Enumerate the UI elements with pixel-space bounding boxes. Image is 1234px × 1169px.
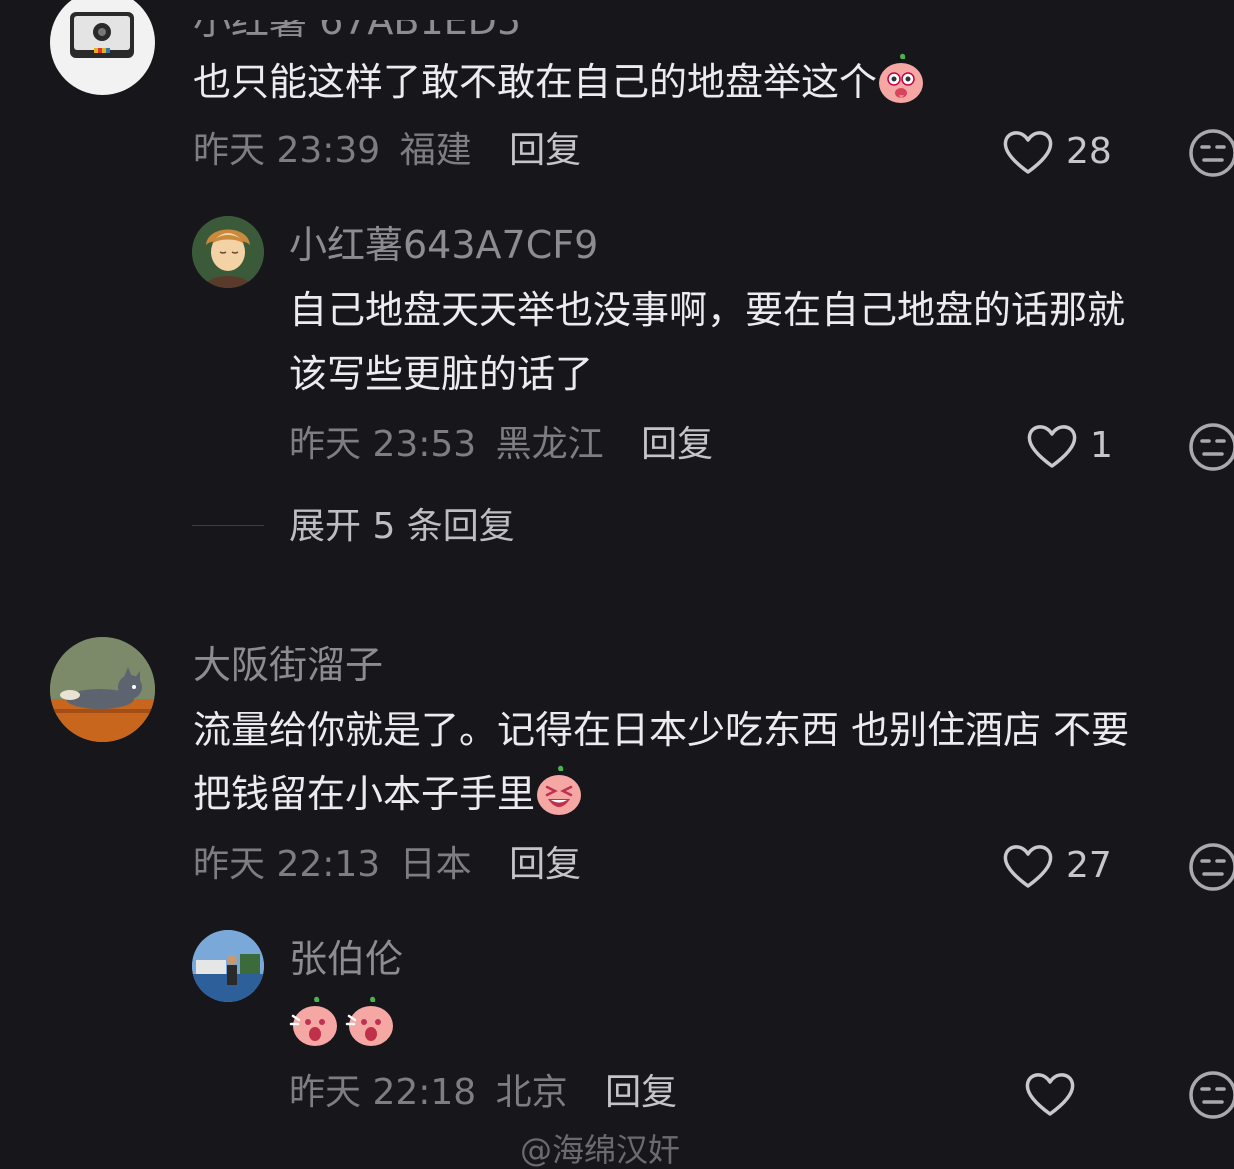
- comment-author[interactable]: 小红薯 67AB1ED5: [193, 20, 521, 40]
- like-button[interactable]: 28: [1002, 128, 1112, 176]
- comment-meta: 昨天 23:39 福建 回复: [193, 133, 581, 169]
- comment-location: 福建: [399, 130, 472, 171]
- heart-outline-icon: [1027, 425, 1077, 468]
- like-button[interactable]: 1: [1026, 422, 1113, 470]
- like-count: 28: [1066, 131, 1112, 172]
- comment-text-line: 流量给你就是了。记得在日本少吃东西 也别住酒店 不要: [193, 708, 1130, 752]
- peach-tongue-sticker: [879, 53, 924, 103]
- reply-author[interactable]: 张伯伦: [289, 940, 403, 978]
- comment-text: 也只能这样了敢不敢在自己的地盘举这个: [193, 50, 1193, 114]
- neutral-face-icon[interactable]: [1188, 1070, 1234, 1120]
- comment-time: 昨天 23:39: [193, 130, 381, 171]
- avatar[interactable]: [50, 0, 155, 95]
- neutral-face-icon[interactable]: [1188, 422, 1234, 472]
- like-count: 27: [1066, 845, 1112, 886]
- comment-author[interactable]: 大阪街溜子: [193, 646, 383, 684]
- reply-time: 昨天 23:53: [289, 424, 477, 465]
- reply-text-line: 自己地盘天天举也没事啊，要在自己地盘的话那就: [289, 288, 1126, 332]
- reply-author[interactable]: 小红薯643A7CF9: [289, 226, 598, 264]
- reply-stickers: [289, 994, 397, 1048]
- comment-location: 日本: [399, 844, 472, 885]
- comment-time: 昨天 22:13: [193, 844, 381, 885]
- heart-outline-icon: [1003, 845, 1053, 888]
- avatar[interactable]: [50, 637, 155, 742]
- like-button[interactable]: [1024, 1070, 1088, 1118]
- reply-button[interactable]: 回复: [509, 130, 581, 171]
- photo-avatar-icon: [192, 930, 264, 1002]
- reply-button[interactable]: 回复: [641, 424, 713, 465]
- cartoon-boy-avatar-icon: [192, 216, 264, 288]
- reply-location: 北京: [495, 1072, 568, 1113]
- reply-meta: 昨天 23:53 黑龙江 回复: [289, 427, 713, 463]
- like-button[interactable]: 27: [1002, 842, 1112, 890]
- reply-button[interactable]: 回复: [605, 1072, 677, 1113]
- reply-time: 昨天 22:18: [289, 1072, 477, 1113]
- avatar[interactable]: [192, 216, 264, 288]
- reply-location: 黑龙江: [495, 424, 604, 465]
- neutral-face-icon[interactable]: [1188, 842, 1234, 892]
- reply-text-line: 该写些更脏的话了: [289, 352, 594, 396]
- comment-text: 流量给你就是了。记得在日本少吃东西 也别住酒店 不要 把钱留在小本子手里: [193, 698, 1223, 826]
- expand-divider: [192, 525, 264, 526]
- watermark: @海绵汉奸: [520, 1131, 681, 1169]
- peach-shock-sticker: [345, 996, 393, 1046]
- comment-text-line: 把钱留在小本子手里: [193, 762, 1223, 826]
- avatar[interactable]: [192, 930, 264, 1002]
- comment-meta: 昨天 22:13 日本 回复: [193, 847, 581, 883]
- peach-laugh-sticker: [537, 765, 582, 815]
- peach-shock-sticker: [289, 996, 337, 1046]
- like-count: 1: [1090, 425, 1113, 466]
- heart-outline-icon: [1025, 1073, 1075, 1116]
- camera-avatar-icon: [70, 12, 134, 58]
- reply-meta: 昨天 22:18 北京 回复: [289, 1075, 677, 1111]
- expand-replies-button[interactable]: 展开 5 条回复: [289, 509, 515, 545]
- reply-text: 自己地盘天天举也没事啊，要在自己地盘的话那就 该写些更脏的话了: [289, 278, 1219, 406]
- heart-outline-icon: [1003, 131, 1053, 174]
- neutral-face-icon[interactable]: [1188, 128, 1234, 178]
- cartoon-cat-avatar-icon: [50, 637, 155, 742]
- reply-button[interactable]: 回复: [509, 844, 581, 885]
